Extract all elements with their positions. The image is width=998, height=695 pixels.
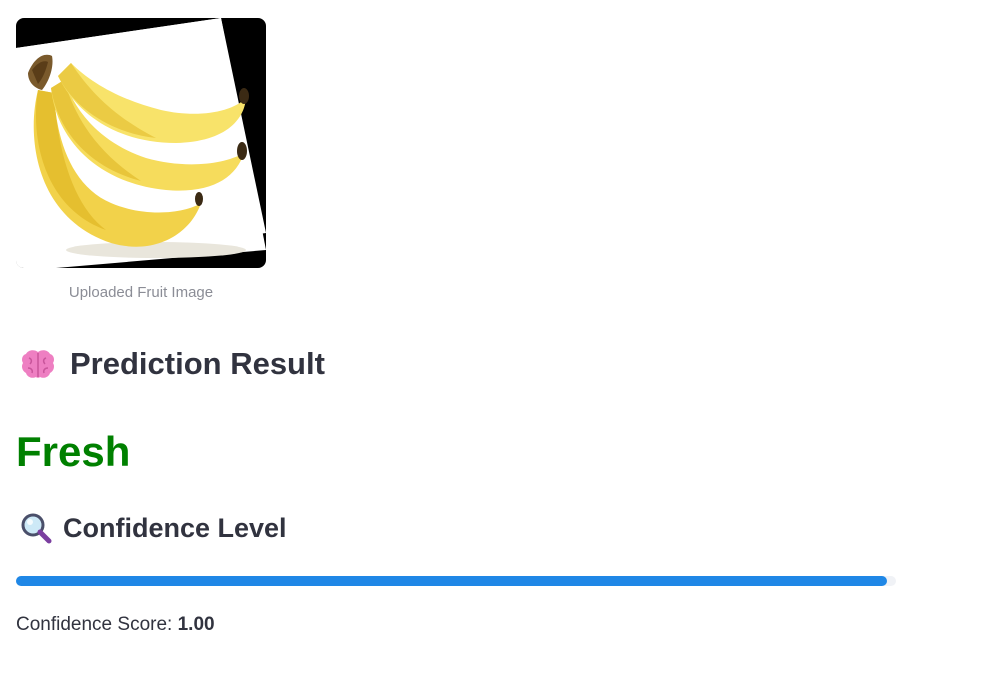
uploaded-image-block: Uploaded Fruit Image	[16, 18, 266, 302]
confidence-level-heading: Confidence Level	[20, 510, 287, 546]
confidence-progress-bar	[16, 576, 896, 586]
prediction-label: Fresh	[16, 428, 131, 475]
confidence-level-title: Confidence Level	[63, 513, 287, 543]
banana-image	[16, 18, 266, 268]
uploaded-fruit-image	[16, 18, 266, 268]
confidence-score-label: Confidence Score:	[16, 614, 178, 635]
brain-icon	[20, 346, 56, 382]
confidence-score-value: 1.00	[177, 614, 215, 635]
confidence-progress-fill	[16, 576, 888, 586]
prediction-result-heading: Prediction Result	[20, 344, 325, 384]
magnifier-icon	[20, 512, 52, 544]
prediction-result-title: Prediction Result	[70, 346, 325, 381]
confidence-score: Confidence Score: 1.00	[16, 612, 215, 638]
image-caption: Uploaded Fruit Image	[68, 284, 214, 301]
app-main: Uploaded Fruit Image Prediction Result F…	[0, 0, 998, 695]
